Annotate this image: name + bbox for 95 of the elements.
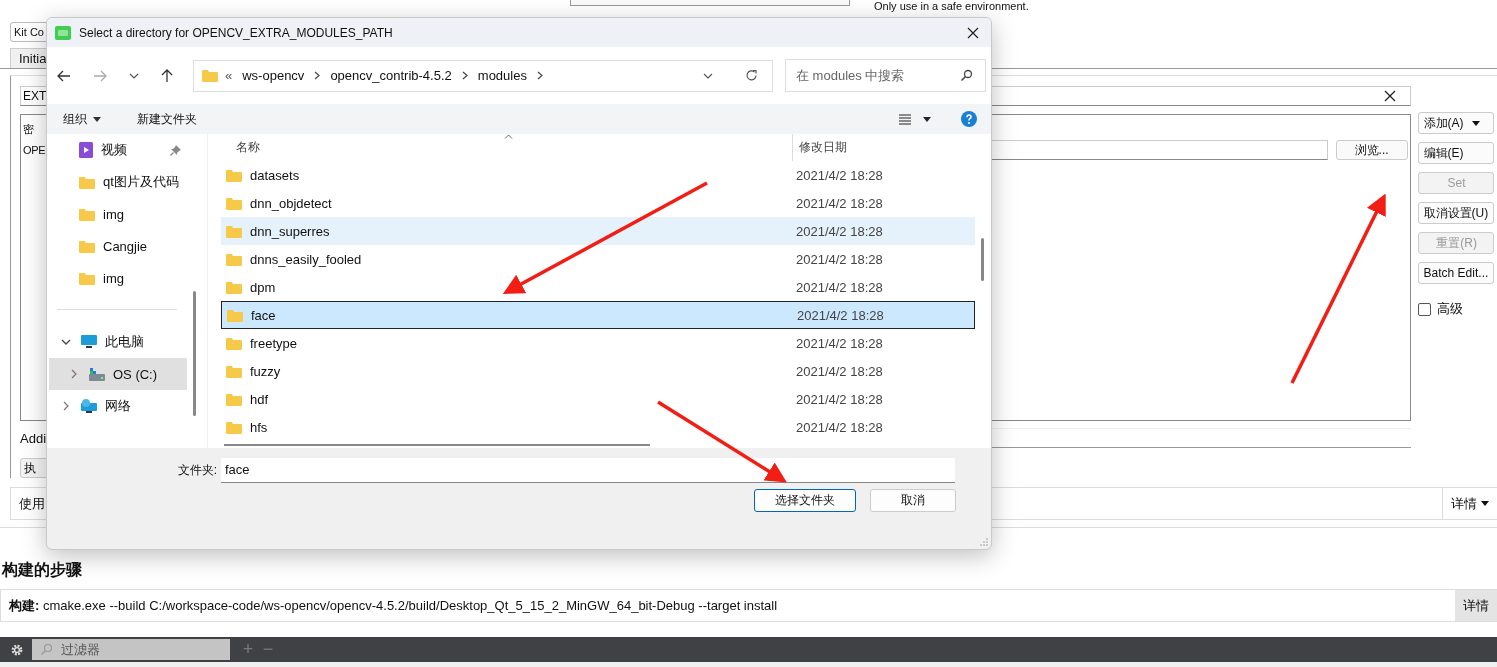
folder-icon: [79, 175, 95, 189]
chevron-down-icon[interactable]: [129, 72, 139, 79]
build-command: 构建: cmake.exe --build C:/workspace-code/ws-opencv/opencv-4.5.2/build/Desktop_Qt_5_15_2_MinGW_64_bit-Debug --target install: [9, 596, 779, 615]
scrollbar-thumb[interactable]: [224, 444, 650, 446]
folder-icon: [226, 280, 242, 294]
folder-icon: [79, 207, 95, 221]
search-icon: [960, 69, 973, 82]
side-button[interactable]: Batch Edit...: [1417, 262, 1494, 284]
table-cell-text: 密: [23, 121, 35, 137]
tree-item[interactable]: 网络: [47, 390, 187, 422]
back-icon[interactable]: [57, 69, 71, 82]
summary-text: 使用: [19, 494, 45, 513]
help-icon[interactable]: [961, 111, 977, 127]
view-list-icon[interactable]: [899, 113, 911, 125]
folder-icon: [79, 239, 95, 253]
checkbox[interactable]: [1417, 302, 1431, 316]
tree-item[interactable]: 此电脑: [47, 326, 187, 358]
overflow-mark[interactable]: «: [225, 68, 233, 83]
folder-icon: [226, 336, 242, 350]
nav-item[interactable]: Cangjie: [47, 230, 187, 262]
caret-icon: [1481, 501, 1489, 506]
column-header[interactable]: 修改日期: [792, 134, 847, 161]
dialog-title: Select a directory for OPENCV_EXTRA_MODULES_PATH: [79, 25, 394, 40]
clear-icon[interactable]: [1383, 89, 1396, 102]
up-icon[interactable]: [161, 68, 173, 83]
sort-caret-icon: [504, 134, 513, 139]
side-button[interactable]: 添加(A): [1417, 112, 1494, 134]
section-heading: 构建的步骤: [2, 560, 82, 580]
video-icon: [79, 142, 93, 158]
monitor-icon: [81, 335, 97, 349]
file-row[interactable]: dnn_objdetect 2021/4/2 18:28: [221, 189, 975, 217]
nav-item[interactable]: img: [47, 198, 187, 230]
file-row[interactable]: datasets 2021/4/2 18:28: [221, 161, 975, 189]
drive-icon: [89, 367, 105, 381]
folder-icon: [226, 420, 242, 434]
folder-field[interactable]: face: [221, 457, 955, 483]
address-bar[interactable]: « ws-opencv opencv_contrib-4.5.2 modules: [193, 59, 773, 92]
checkbox-label: 高级: [1436, 300, 1463, 318]
app-icon: [55, 25, 71, 40]
nav-item[interactable]: qt图片及代码: [47, 166, 187, 198]
search-field[interactable]: 在 modules 中搜索: [785, 59, 986, 92]
refresh-icon[interactable]: [745, 69, 758, 82]
breadcrumb-item[interactable]: modules: [477, 68, 527, 83]
folder-icon: [226, 196, 242, 210]
close-icon[interactable]: [967, 26, 979, 39]
file-row[interactable]: face 2021/4/2 18:28: [221, 301, 975, 329]
folder-icon: [226, 168, 242, 182]
side-button[interactable]: 编辑(E): [1417, 142, 1494, 164]
nav-item[interactable]: img: [47, 262, 187, 294]
folder-label: 文件夹:: [176, 461, 218, 479]
cancel-button[interactable]: 取消: [870, 489, 956, 512]
scrollbar-thumb[interactable]: [981, 238, 984, 281]
filter-field[interactable]: 过滤器: [32, 639, 230, 660]
new-folder-button[interactable]: 新建文件夹: [131, 109, 203, 129]
tree-item[interactable]: OS (C:): [49, 358, 187, 390]
network-icon: [81, 398, 97, 414]
folder-icon: [202, 69, 218, 82]
folder-icon: [227, 308, 243, 322]
chevron-right-icon[interactable]: [61, 401, 71, 411]
select-folder-button[interactable]: 选择文件夹: [754, 489, 856, 512]
settings-icon[interactable]: [10, 642, 24, 657]
text-field[interactable]: [570, 0, 850, 6]
scrollbar-thumb[interactable]: [193, 291, 196, 416]
organize-menu[interactable]: 组织: [57, 109, 107, 129]
chevron-down-icon[interactable]: [703, 72, 713, 79]
file-row[interactable]: hfs 2021/4/2 18:28: [221, 413, 975, 441]
column-header[interactable]: 名称: [236, 139, 792, 156]
folder-icon: [226, 252, 242, 266]
file-row[interactable]: dnn_superres 2021/4/2 18:28: [221, 217, 975, 245]
nav-item[interactable]: 视频: [47, 134, 187, 166]
search-icon: [40, 643, 53, 656]
table-cell-text: OPE: [23, 144, 47, 157]
caret-icon[interactable]: [923, 116, 931, 122]
chevron-right-icon[interactable]: [461, 71, 468, 80]
warning-note: Only use in a safe environment.: [874, 0, 1029, 12]
file-row[interactable]: freetype 2021/4/2 18:28: [221, 329, 975, 357]
file-row[interactable]: fuzzy 2021/4/2 18:28: [221, 357, 975, 385]
chevron-right-icon[interactable]: [536, 71, 543, 80]
details-button[interactable]: 详情: [1455, 590, 1497, 621]
chevron-right-icon[interactable]: [314, 71, 321, 80]
resize-grip-icon[interactable]: [980, 538, 988, 546]
side-button[interactable]: 取消设置(U): [1417, 202, 1494, 224]
folder-icon: [226, 364, 242, 378]
caret-icon: [93, 116, 101, 122]
file-row[interactable]: dpm 2021/4/2 18:28: [221, 273, 975, 301]
file-row[interactable]: hdf 2021/4/2 18:28: [221, 385, 975, 413]
breadcrumb-item[interactable]: opencv_contrib-4.5.2: [330, 68, 452, 83]
browse-button[interactable]: 浏览...: [1335, 140, 1408, 161]
breadcrumb-item[interactable]: ws-opencv: [242, 68, 305, 83]
folder-icon: [226, 392, 242, 406]
field-label: Addi: [20, 430, 48, 446]
folder-icon: [226, 224, 242, 238]
file-row[interactable]: dnns_easily_fooled 2021/4/2 18:28: [221, 245, 975, 273]
folder-icon: [79, 271, 95, 285]
chevron-down-icon[interactable]: [61, 337, 71, 347]
